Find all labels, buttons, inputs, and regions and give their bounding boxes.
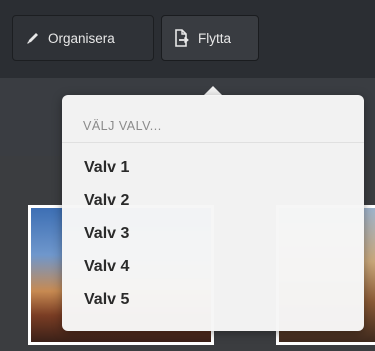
menu-item-valv-5[interactable]: Valv 5 [62,283,364,316]
organize-button-label: Organisera [48,30,115,46]
dropdown-header: VÄLJ VALV... [83,119,162,133]
organize-button[interactable]: Organisera [12,15,154,61]
vault-dropdown: VÄLJ VALV... Valv 1 Valv 2 Valv 3 Valv 4… [62,95,364,331]
menu-item-valv-1[interactable]: Valv 1 [62,151,364,184]
menu-item-valv-4[interactable]: Valv 4 [62,250,364,283]
pencil-icon [25,30,41,46]
top-toolbar: Organisera Flytta [0,0,375,78]
dropdown-divider [62,142,364,143]
move-file-icon [171,28,191,48]
vault-menu: Valv 1 Valv 2 Valv 3 Valv 4 Valv 5 [62,151,364,316]
move-button-label: Flytta [198,30,232,46]
menu-item-valv-3[interactable]: Valv 3 [62,217,364,250]
move-button[interactable]: Flytta [161,15,259,61]
menu-item-valv-2[interactable]: Valv 2 [62,184,364,217]
